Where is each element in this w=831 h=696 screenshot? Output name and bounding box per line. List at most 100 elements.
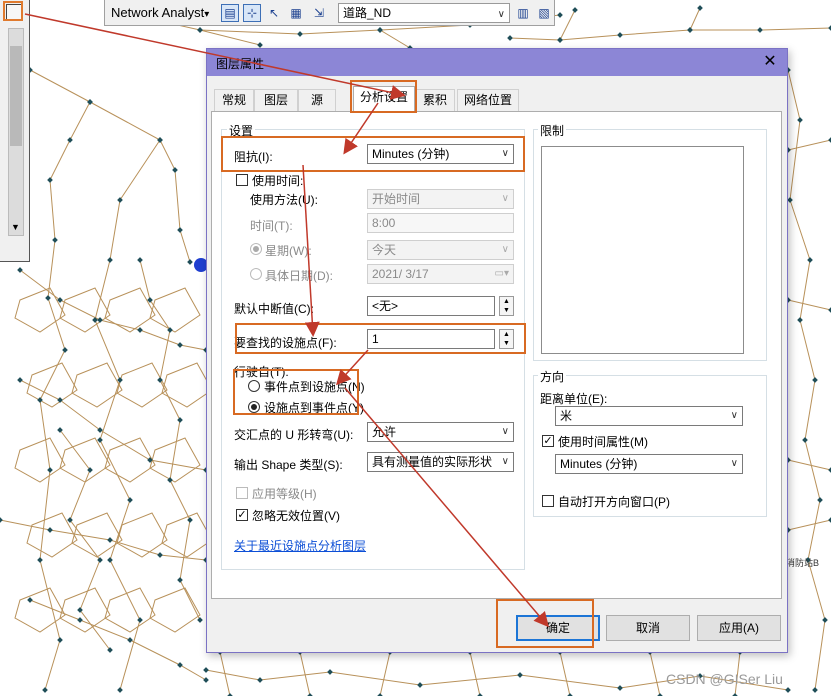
spin-down-icon[interactable]: ▼ xyxy=(500,339,513,348)
restrictions-list[interactable] xyxy=(541,146,744,354)
output-shape-select[interactable]: 具有测量值的实际形状 ∨ xyxy=(367,452,514,472)
network-junction xyxy=(107,257,113,263)
restrictions-group-label: 限制 xyxy=(538,122,567,139)
spin-up-icon[interactable]: ▲ xyxy=(500,297,513,306)
road-segment xyxy=(787,519,831,531)
network-junction xyxy=(807,257,813,263)
uturn-select[interactable]: 允许 ∨ xyxy=(367,422,514,442)
auto-open-directions-checkbox[interactable] xyxy=(542,495,554,507)
chevron-down-icon: ∨ xyxy=(501,148,509,159)
time-attribute-select[interactable]: Minutes (分钟) ∨ xyxy=(555,454,743,474)
impedance-select[interactable]: Minutes (分钟) ∨ xyxy=(367,144,514,164)
scrollbar-thumb[interactable] xyxy=(10,46,22,146)
network-junction xyxy=(137,617,143,623)
network-junction xyxy=(507,35,513,41)
road-segment xyxy=(787,139,831,151)
road-mesh-cell xyxy=(59,587,111,633)
weekday-value: 今天 xyxy=(372,243,397,257)
network-junction xyxy=(327,669,333,675)
travel-from-facility-label: 设施点到事件点(Y) xyxy=(264,401,364,415)
create-network-location-icon[interactable]: ⊹ xyxy=(243,4,261,22)
distance-units-label: 距离单位(E): xyxy=(540,392,608,406)
facilities-to-find-input[interactable]: 1 xyxy=(367,329,495,349)
distance-units-select[interactable]: 米 ∨ xyxy=(555,406,743,426)
network-junction xyxy=(27,597,33,603)
output-shape-value: 具有测量值的实际形状 xyxy=(372,455,493,469)
tab-layer[interactable]: 图层 xyxy=(254,89,298,111)
auto-open-directions-label: 自动打开方向窗口(P) xyxy=(558,495,670,509)
use-time-checkbox[interactable] xyxy=(236,174,248,186)
network-junction xyxy=(177,577,183,583)
facilities-to-find-value: 1 xyxy=(372,332,379,346)
travel-from-incident-radio[interactable] xyxy=(248,380,260,392)
network-junction xyxy=(787,197,793,203)
facilities-to-find-spinner[interactable]: ▲ ▼ xyxy=(499,329,514,349)
select-move-location-icon[interactable]: ↖ xyxy=(265,4,283,22)
cancel-button[interactable]: 取消 xyxy=(606,615,690,641)
scroll-down-icon[interactable]: ▼ xyxy=(11,222,20,232)
chevron-down-icon: ∨ xyxy=(730,458,738,469)
spin-up-icon[interactable]: ▲ xyxy=(500,330,513,339)
road-segment xyxy=(787,459,831,471)
time-input[interactable]: 8:00 xyxy=(367,213,514,233)
road-mesh-cell xyxy=(149,287,201,333)
about-closest-facility-link[interactable]: 关于最近设施点分析图层 xyxy=(234,537,366,554)
tab-analysis-settings[interactable]: 分析设置 xyxy=(353,86,415,112)
network-junction xyxy=(157,552,163,558)
network-junction xyxy=(177,227,183,233)
weekday-select[interactable]: 今天 ∨ xyxy=(367,240,514,260)
network-dataset-value: 道路_ND xyxy=(343,6,392,20)
specific-date-picker[interactable]: 2021/ 3/17 ▭▾ xyxy=(367,264,514,284)
default-cutoff-input[interactable]: <无> xyxy=(367,296,495,316)
uturn-value: 允许 xyxy=(372,425,397,439)
network-junction xyxy=(157,137,163,143)
directions-icon[interactable]: ▧ xyxy=(535,4,553,22)
network-junction xyxy=(517,672,523,678)
travel-from-facility-radio[interactable] xyxy=(248,401,260,413)
network-junction xyxy=(177,662,183,668)
attribute-table-icon[interactable]: ▥ xyxy=(514,4,532,22)
network-junction xyxy=(203,667,209,673)
network-junction xyxy=(47,527,53,533)
road-segment xyxy=(379,651,391,696)
network-junction xyxy=(107,557,113,563)
use-method-select[interactable]: 开始时间 ∨ xyxy=(367,189,514,209)
network-analyst-menu[interactable]: Network Analyst▾ xyxy=(111,5,209,20)
tab-general[interactable]: 常规 xyxy=(214,89,254,111)
network-junction xyxy=(137,257,143,263)
directions-group-label: 方向 xyxy=(538,368,567,385)
apply-button[interactable]: 应用(A) xyxy=(697,615,781,641)
solve-icon[interactable]: ⇲ xyxy=(310,4,328,22)
network-junction xyxy=(812,687,818,693)
close-icon[interactable]: ✕ xyxy=(760,52,780,72)
network-dataset-select[interactable]: 道路_ND ∨ xyxy=(338,3,510,23)
tab-source[interactable]: 源 xyxy=(298,89,336,111)
network-analyst-window-icon[interactable]: ▤ xyxy=(221,4,239,22)
distance-units-value: 米 xyxy=(560,409,573,423)
use-time-attribute-checkbox[interactable]: ✓ xyxy=(542,435,554,447)
tab-accumulation[interactable]: 累积 xyxy=(415,89,455,111)
specific-date-radio[interactable] xyxy=(250,268,262,280)
use-hierarchy-checkbox[interactable] xyxy=(236,487,248,499)
network-junction xyxy=(785,687,791,693)
network-junction xyxy=(812,377,818,383)
spin-down-icon[interactable]: ▼ xyxy=(500,306,513,315)
road-mesh-cell xyxy=(149,587,201,633)
tab-network-locations[interactable]: 网络位置 xyxy=(457,89,519,111)
weekday-radio[interactable] xyxy=(250,243,262,255)
road-segment xyxy=(379,29,411,49)
network-junction xyxy=(197,617,203,623)
ok-button[interactable]: 确定 xyxy=(516,615,600,641)
travel-from-incident-label: 事件点到设施点(N) xyxy=(264,380,365,394)
facilities-to-find-label: 要查找的设施点(F): xyxy=(234,336,337,350)
impedance-value: Minutes (分钟) xyxy=(372,147,450,161)
network-junction xyxy=(0,517,3,523)
use-hierarchy-label: 应用等级(H) xyxy=(252,487,317,501)
dialog-titlebar[interactable]: 图层属性 ✕ xyxy=(207,49,787,76)
road-segment xyxy=(59,429,111,651)
default-cutoff-spinner[interactable]: ▲ ▼ xyxy=(499,296,514,316)
network-junction xyxy=(172,167,178,173)
build-network-icon[interactable]: ▦ xyxy=(287,4,305,22)
chevron-down-icon: ∨ xyxy=(730,410,738,421)
ignore-invalid-checkbox[interactable]: ✓ xyxy=(236,509,248,521)
